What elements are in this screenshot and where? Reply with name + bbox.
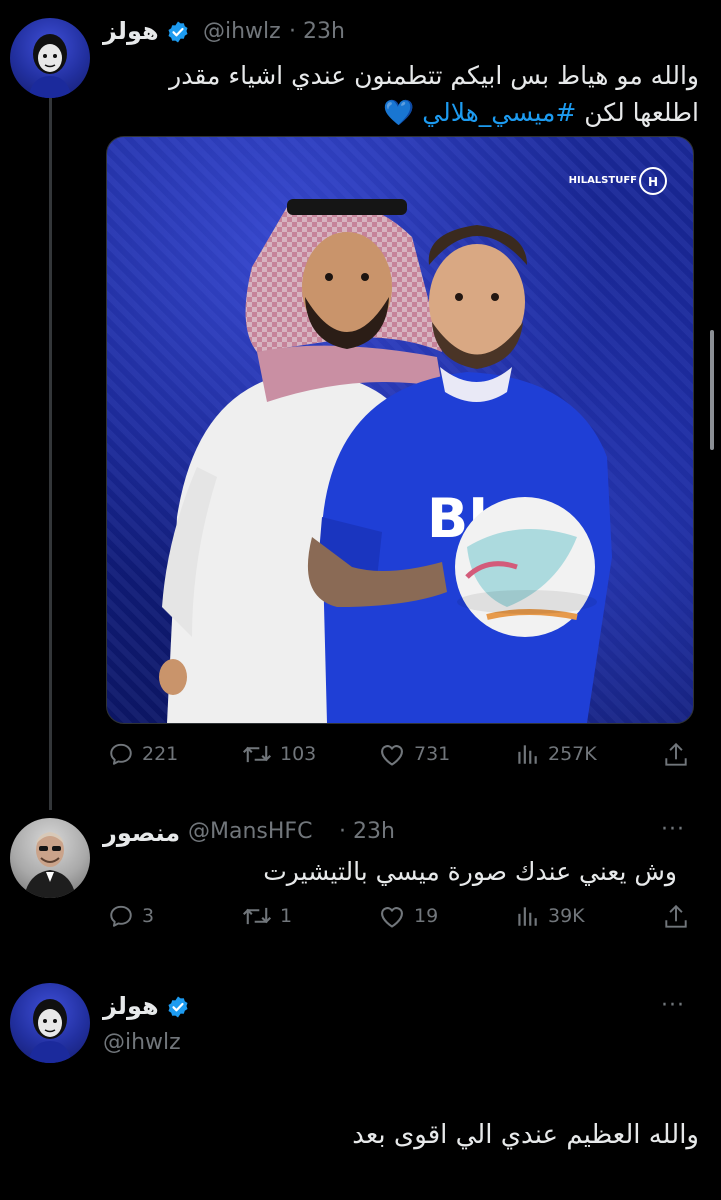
reply-handle[interactable]: @MansHFC: [188, 819, 312, 844]
tweet1-image-artwork: H BL: [159, 167, 667, 723]
reply-icon: [110, 743, 132, 765]
tweet1-like-button[interactable]: 731: [378, 741, 450, 767]
tweet2-handle[interactable]: @ihwlz: [103, 1030, 181, 1055]
views-icon: [518, 907, 537, 926]
verified-badge-icon: [168, 21, 188, 43]
like-icon: [381, 907, 403, 928]
tweet1-image[interactable]: H BL HILALSTUFF: [106, 136, 694, 724]
verified-badge-icon: [168, 996, 188, 1018]
reply-like-count: 19: [414, 905, 439, 927]
tweet1-reply-button[interactable]: 221: [108, 741, 178, 767]
avatar-mansour[interactable]: [10, 818, 90, 898]
image-watermark-text: HILALSTUFF: [568, 175, 637, 186]
tweet1-text-prefix: اطلعها لكن: [576, 98, 699, 127]
reply-count: 221: [142, 743, 179, 765]
reply-share-button[interactable]: [663, 903, 689, 931]
tweet2-text: والله العظيم عندي الي اقوى بعد: [352, 1120, 699, 1150]
retweet-count: 103: [280, 743, 317, 765]
reply-reply-button[interactable]: 3: [108, 903, 154, 929]
avatar-mansour-portrait: [24, 832, 76, 898]
reply-views-button[interactable]: 39K: [514, 903, 585, 929]
like-icon: [381, 745, 403, 766]
tweet1-text-line2: اطلعها لكن #ميسي_هلالي 💙: [383, 95, 699, 131]
reply-views-count: 39K: [548, 905, 585, 927]
tweet1-views-button[interactable]: 257K: [514, 741, 597, 767]
reply-retweet-count: 1: [280, 905, 293, 927]
share-icon: [665, 904, 687, 928]
reply-icon: [110, 905, 132, 927]
thread-connector-line: [49, 98, 52, 810]
reply-text: وش يعني عندك صورة ميسي بالتيشيرت: [263, 857, 677, 886]
reply-timestamp[interactable]: · 23h: [339, 819, 395, 844]
tweet1-timestamp[interactable]: · 23h: [289, 19, 345, 44]
reply-reply-count: 3: [142, 905, 155, 927]
tweet1-display-name[interactable]: هولز: [103, 17, 159, 45]
reply-like-button[interactable]: 19: [378, 903, 438, 929]
hashtag-link[interactable]: #ميسي_هلالي: [422, 98, 576, 127]
like-count: 731: [414, 743, 451, 765]
avatar-hulz-second-portrait: [28, 999, 72, 1063]
tweet1-retweet-button[interactable]: 103: [242, 741, 316, 767]
reply-display-name[interactable]: منصور: [103, 819, 180, 847]
views-count: 257K: [548, 743, 597, 765]
views-icon: [518, 745, 537, 764]
blue-heart-emoji: 💙: [383, 98, 415, 127]
scrollbar-thumb[interactable]: [710, 330, 714, 450]
avatar-hulz-portrait: [28, 34, 72, 98]
share-icon: [665, 742, 687, 766]
tweet1-handle[interactable]: @ihwlz: [203, 19, 281, 44]
tweet2-display-name[interactable]: هولز: [103, 992, 159, 1020]
retweet-icon: [242, 907, 272, 925]
tweet1-share-button[interactable]: [663, 741, 689, 769]
tweet1-text-line1: والله مو هياط بس ابيكم تتطمنون عندي اشيا…: [169, 61, 699, 90]
reply-more-icon[interactable]: ···: [661, 817, 685, 842]
retweet-icon: [242, 745, 272, 763]
tweet2-more-icon[interactable]: ···: [661, 993, 685, 1018]
reply-retweet-button[interactable]: 1: [242, 903, 292, 929]
avatar-hulz[interactable]: [10, 18, 90, 98]
avatar-hulz-second[interactable]: [10, 983, 90, 1063]
svg-text:H: H: [648, 175, 658, 189]
